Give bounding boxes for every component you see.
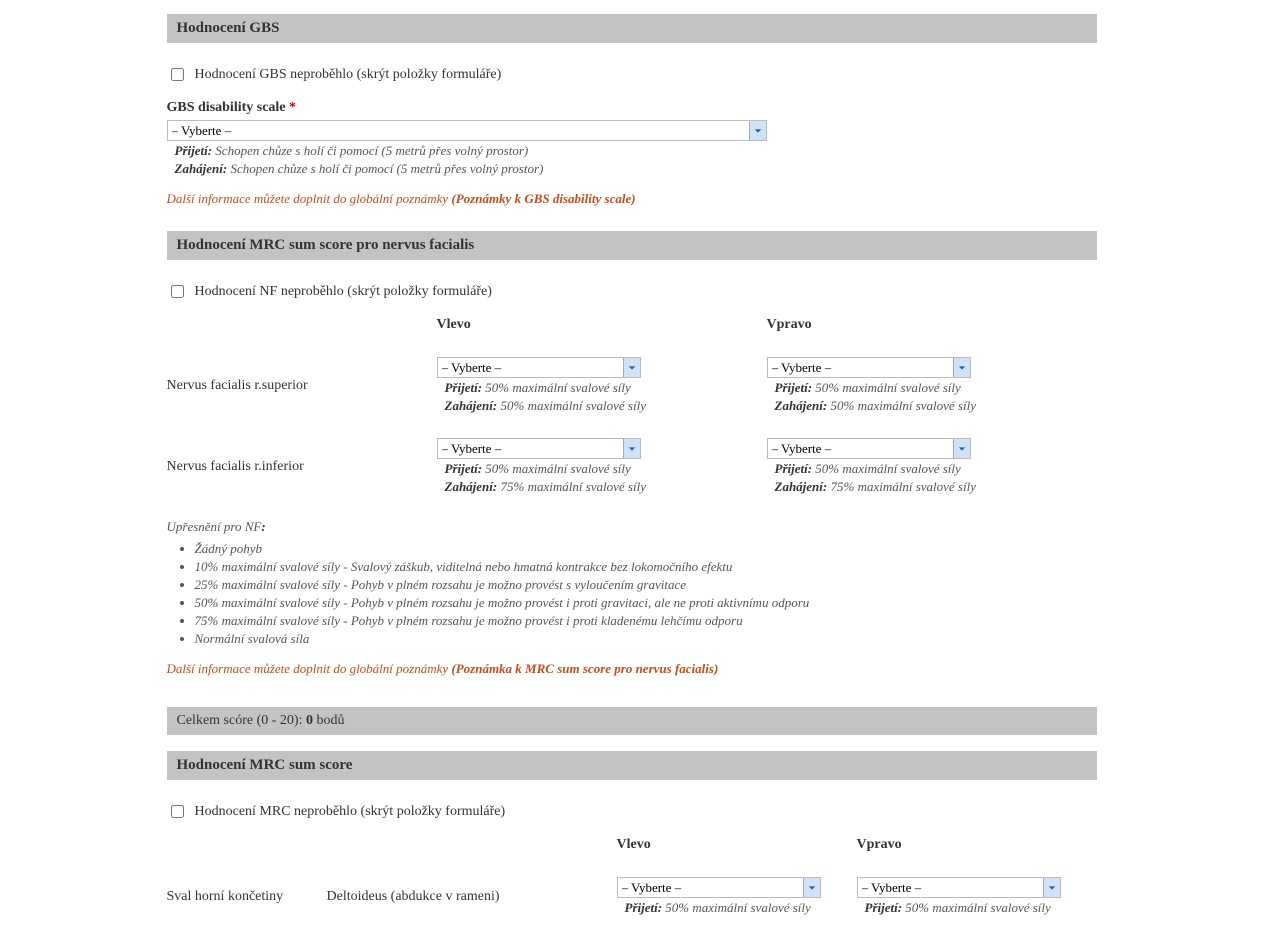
mrc-group-label: Sval horní končetiny — [167, 889, 327, 905]
gbs-skip-checkbox[interactable] — [171, 68, 184, 81]
nf-row-label-0: Nervus facialis r.superior — [167, 378, 437, 394]
gbs-hint-zahajeni: Zahájení: Schopen chůze s holí či pomocí… — [175, 161, 1097, 177]
nf-row1-right-zahajeni: Zahájení: 75% maximální svalové síly — [775, 479, 1097, 495]
nf-row-label-1: Nervus facialis r.inferior — [167, 459, 437, 475]
nf-row0-right-prijeti: Přijetí: 50% maximální svalové síly — [775, 380, 1097, 396]
nf-bullet: 10% maximální svalové síly - Svalový záš… — [195, 559, 1097, 575]
nf-bullet: Žádný pohyb — [195, 541, 1097, 557]
section-header-nf: Hodnocení MRC sum score pro nervus facia… — [167, 231, 1097, 260]
nf-skip-label: Hodnocení NF neproběhlo (skrýt položky f… — [195, 284, 492, 300]
gbs-scale-select[interactable]: – Vyberte – — [167, 120, 767, 141]
mrc-row0-left-select[interactable]: – Vyberte – — [617, 877, 821, 898]
mrc-row-label-0: Deltoideus (abdukce v rameni) — [327, 889, 617, 905]
nf-row0-left-prijeti: Přijetí: 50% maximální svalové síly — [445, 380, 767, 396]
mrc-row0-left-prijeti: Přijetí: 50% maximální svalové síly — [625, 900, 857, 916]
nf-row0-right-select[interactable]: – Vyberte – — [767, 357, 971, 378]
nf-skip-checkbox[interactable] — [171, 285, 184, 298]
nf-row1-right-select[interactable]: – Vyberte – — [767, 438, 971, 459]
nf-bullets: Žádný pohyb 10% maximální svalové síly -… — [195, 541, 1097, 647]
nf-row1-left-zahajeni: Zahájení: 75% maximální svalové síly — [445, 479, 767, 495]
nf-upresneni-label: Upřesnění pro NF: — [167, 519, 1097, 535]
gbs-skip-label: Hodnocení GBS neproběhlo (skrýt položky … — [195, 67, 502, 83]
nf-note: Další informace můžete doplnit do globál… — [167, 661, 1097, 677]
mrc-col-right: Vpravo — [857, 837, 1097, 853]
mrc-row0-right-prijeti: Přijetí: 50% maximální svalové síly — [865, 900, 1097, 916]
mrc-col-left: Vlevo — [617, 837, 857, 853]
mrc-row0-right-select[interactable]: – Vyberte – — [857, 877, 1061, 898]
nf-row0-left-select[interactable]: – Vyberte – — [437, 357, 641, 378]
gbs-scale-label: GBS disability scale * — [167, 100, 1097, 116]
nf-row1-right-prijeti: Přijetí: 50% maximální svalové síly — [775, 461, 1097, 477]
nf-row1-left-select[interactable]: – Vyberte – — [437, 438, 641, 459]
nf-bullet: Normální svalová síla — [195, 631, 1097, 647]
mrc-skip-label: Hodnocení MRC neproběhlo (skrýt položky … — [195, 804, 506, 820]
section-header-mrc: Hodnocení MRC sum score — [167, 751, 1097, 780]
mrc-skip-checkbox[interactable] — [171, 805, 184, 818]
nf-col-left: Vlevo — [437, 317, 767, 333]
nf-score-bar: Celkem scóre (0 - 20): 0 bodů — [167, 707, 1097, 735]
nf-row1-left-prijeti: Přijetí: 50% maximální svalové síly — [445, 461, 767, 477]
section-header-gbs: Hodnocení GBS — [167, 14, 1097, 43]
nf-bullet: 50% maximální svalové síly - Pohyb v pln… — [195, 595, 1097, 611]
nf-col-right: Vpravo — [767, 317, 1097, 333]
nf-row0-right-zahajeni: Zahájení: 50% maximální svalové síly — [775, 398, 1097, 414]
gbs-hint-prijeti: Přijetí: Schopen chůze s holí či pomocí … — [175, 143, 1097, 159]
gbs-note: Další informace můžete doplnit do globál… — [167, 191, 1097, 207]
required-marker: * — [289, 100, 296, 115]
nf-bullet: 75% maximální svalové síly - Pohyb v pln… — [195, 613, 1097, 629]
nf-row0-left-zahajeni: Zahájení: 50% maximální svalové síly — [445, 398, 767, 414]
nf-bullet: 25% maximální svalové síly - Pohyb v pln… — [195, 577, 1097, 593]
